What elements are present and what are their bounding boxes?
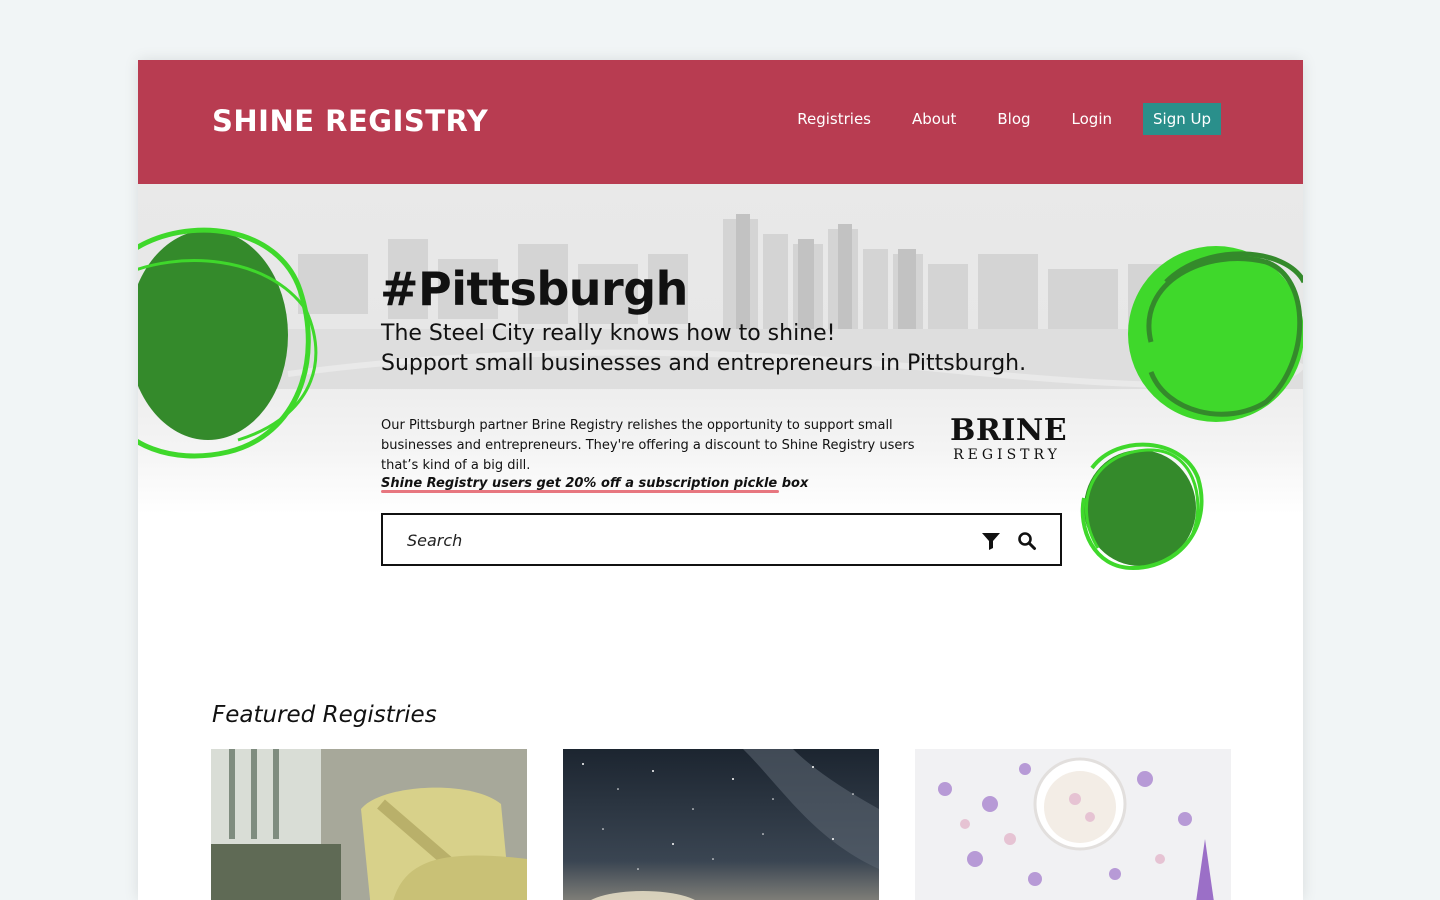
featured-registries-heading: Featured Registries <box>212 702 437 728</box>
sign-up-button[interactable]: Sign Up <box>1143 103 1221 135</box>
green-blob-left <box>138 227 318 459</box>
search-bar <box>381 513 1062 566</box>
hero-subtitle: The Steel City really knows how to shine… <box>381 319 1026 379</box>
starry-night-sky-photo <box>563 749 879 900</box>
filter-icon[interactable] <box>981 531 1001 551</box>
hero-title: #Pittsburgh <box>380 262 688 316</box>
partner-description: Our Pittsburgh partner Brine Registry re… <box>381 418 915 473</box>
site-header: SHINE REGISTRY Registries About Blog Log… <box>138 60 1303 184</box>
featured-card-night-sky[interactable] <box>563 749 879 900</box>
page-frame: SHINE REGISTRY Registries About Blog Log… <box>138 60 1303 900</box>
yellow-armchair-photo <box>211 749 527 900</box>
flower-petals-bowl-photo <box>915 749 1231 900</box>
search-input[interactable] <box>407 529 967 551</box>
green-blob-right-top <box>1128 246 1303 422</box>
nav-registries[interactable]: Registries <box>797 110 871 128</box>
main-nav: Registries About Blog Login Sign Up <box>797 103 1221 135</box>
hero-subtitle-line-2: Support small businesses and entrepreneu… <box>381 351 1027 376</box>
green-blob-right-bottom <box>1080 442 1204 571</box>
nav-about[interactable]: About <box>912 110 956 128</box>
nav-login[interactable]: Login <box>1072 110 1112 128</box>
search-icon[interactable] <box>1017 531 1037 551</box>
brine-logo-word: BRINE <box>950 413 1068 448</box>
brand-logo[interactable]: SHINE REGISTRY <box>212 104 488 138</box>
hero-subtitle-line-1: The Steel City really knows how to shine… <box>381 321 836 346</box>
brine-logo-subword: REGISTRY <box>953 447 1061 463</box>
brine-registry-logo[interactable]: BRINE REGISTRY <box>950 413 1068 464</box>
nav-blog[interactable]: Blog <box>997 110 1030 128</box>
featured-card-flowers[interactable] <box>915 749 1231 900</box>
promo-text[interactable]: Shine Registry users get 20% off a subsc… <box>381 476 808 491</box>
featured-card-armchair[interactable] <box>211 749 527 900</box>
